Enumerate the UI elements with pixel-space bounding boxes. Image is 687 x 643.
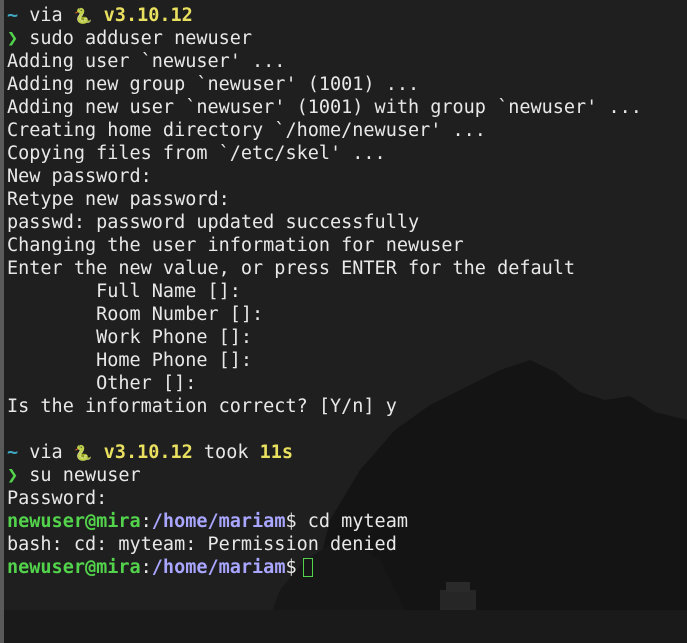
output-line: Is the information correct? [Y/n] y [7, 396, 397, 417]
python-snake-icon: 🐍 [73, 444, 93, 462]
prompt-line-1: ~ via 🐍 v3.10.12 [7, 4, 642, 27]
current-path: /home/mariam [151, 557, 286, 578]
dollar-sign: $ [285, 557, 297, 578]
output-line: bash: cd: myteam: Permission denied [7, 534, 397, 555]
water-band [0, 610, 687, 643]
via-text: via [18, 442, 74, 463]
via-text: via [18, 5, 74, 26]
output-line: Room Number []: [7, 304, 264, 325]
python-snake-icon: 🐍 [73, 7, 93, 25]
output-line: passwd: password updated successfully [7, 212, 420, 233]
python-version: v3.10.12 [92, 5, 193, 26]
shell-line-2: newuser@mira:/home/mariam$ [7, 556, 642, 579]
output-line: Adding user `newuser' ... [7, 51, 286, 72]
python-version: v3.10.12 [92, 442, 193, 463]
shell-line-1: newuser@mira:/home/mariam$ cd myteam [7, 510, 642, 533]
output-line: Adding new user `newuser' (1001) with gr… [7, 97, 642, 118]
command-text: sudo adduser newuser [18, 28, 253, 49]
home-tilde: ~ [7, 5, 19, 26]
tower-top [446, 582, 470, 592]
terminal-output: ~ via 🐍 v3.10.12 ❯ sudo adduser newuser … [7, 4, 642, 579]
output-line: Other []: [7, 373, 197, 394]
colon-separator: : [140, 557, 152, 578]
took-text: took [192, 442, 260, 463]
command-line-2: ❯ su newuser [7, 464, 642, 487]
scrollbar[interactable] [0, 0, 4, 643]
current-path: /home/mariam [151, 511, 286, 532]
prompt-arrow-icon: ❯ [7, 465, 19, 486]
prompt-line-2: ~ via 🐍 v3.10.12 took 11s [7, 441, 642, 464]
output-line: Password: [7, 488, 108, 509]
dollar-sign: $ [285, 511, 297, 532]
command-text: su newuser [18, 465, 141, 486]
user-host: newuser@mira [7, 557, 141, 578]
output-line: Enter the new value, or press ENTER for … [7, 258, 576, 279]
output-line: Copying files from `/etc/skel' ... [7, 143, 386, 164]
output-line: Work Phone []: [7, 327, 253, 348]
output-line: New password: [7, 166, 152, 187]
terminal-window[interactable]: ~ via 🐍 v3.10.12 ❯ sudo adduser newuser … [0, 0, 687, 643]
output-line: Creating home directory `/home/newuser' … [7, 120, 486, 141]
output-line: Adding new group `newuser' (1001) ... [7, 74, 420, 95]
prompt-arrow-icon: ❯ [7, 28, 19, 49]
command-line-1: ❯ sudo adduser newuser [7, 27, 642, 50]
text-cursor[interactable] [302, 558, 313, 577]
user-host: newuser@mira [7, 511, 141, 532]
output-line: Home Phone []: [7, 350, 253, 371]
output-line: Retype new password: [7, 189, 230, 210]
home-tilde: ~ [7, 442, 19, 463]
output-line: Changing the user information for newuse… [7, 235, 464, 256]
colon-separator: : [140, 511, 152, 532]
output-line: Full Name []: [7, 281, 241, 302]
command-text: cd myteam [296, 511, 408, 532]
command-duration: 11s [259, 442, 294, 463]
